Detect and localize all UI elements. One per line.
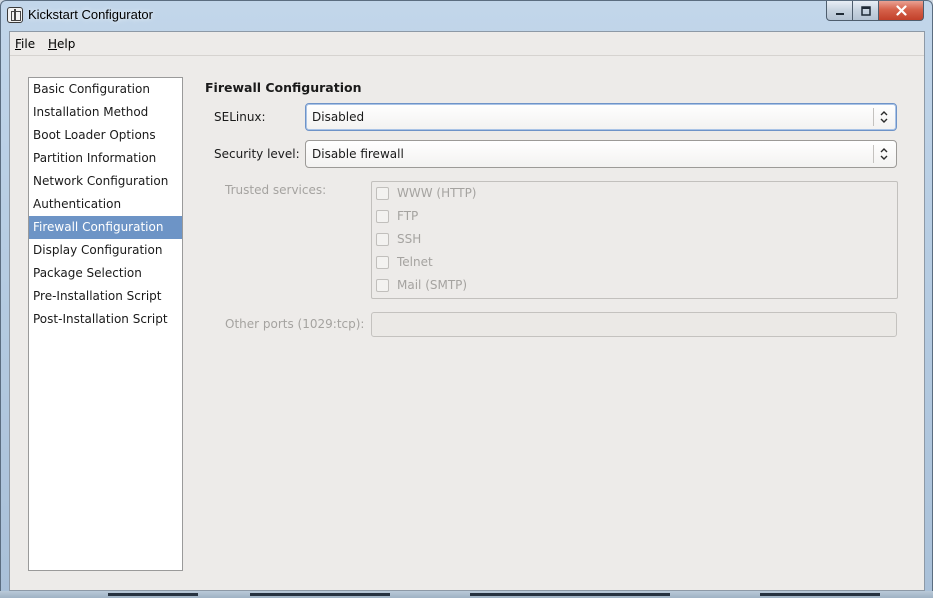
menu-file[interactable]: File	[15, 37, 35, 51]
service-ssh[interactable]: SSH	[376, 229, 576, 249]
page-title: Firewall Configuration	[205, 80, 362, 95]
taskbar-edge-mark	[760, 593, 880, 596]
checkbox-www-http[interactable]	[376, 187, 389, 200]
section-list: Basic Configuration Installation Method …	[28, 77, 183, 571]
sidebar-item-firewall-configuration[interactable]: Firewall Configuration	[29, 216, 182, 239]
menu-file-label: ile	[21, 37, 36, 51]
security-level-dropdown[interactable]: Disable firewall	[305, 140, 897, 168]
checkbox-ftp[interactable]	[376, 210, 389, 223]
window-title: Kickstart Configurator	[28, 7, 153, 22]
menu-bar: File Help	[10, 32, 924, 56]
checkbox-ssh[interactable]	[376, 233, 389, 246]
service-label-ssh: SSH	[397, 232, 422, 246]
sidebar-item-boot-loader-options[interactable]: Boot Loader Options	[29, 124, 182, 147]
selinux-label: SELinux:	[214, 110, 266, 124]
service-label-ftp: FTP	[397, 209, 419, 223]
service-www-http[interactable]: WWW (HTTP)	[376, 183, 576, 203]
service-ftp[interactable]: FTP	[376, 206, 576, 226]
client-area: File Help Basic Configuration Installati…	[9, 31, 925, 591]
minimize-button[interactable]	[826, 1, 853, 21]
other-ports-input[interactable]	[371, 312, 897, 337]
trusted-services-label: Trusted services:	[225, 183, 327, 197]
app-icon	[7, 7, 23, 23]
taskbar-edge	[0, 591, 933, 598]
trusted-services-box: WWW (HTTP) FTP SSH Telnet Mail (SMTP)	[371, 181, 898, 299]
sidebar-item-authentication[interactable]: Authentication	[29, 193, 182, 216]
taskbar-edge-mark	[108, 593, 198, 596]
menu-help-mnemonic: H	[48, 37, 58, 51]
service-mail-smtp[interactable]: Mail (SMTP)	[376, 275, 576, 295]
maximize-button[interactable]	[853, 1, 879, 21]
selinux-dropdown[interactable]: Disabled	[305, 103, 897, 131]
taskbar-edge-mark	[250, 593, 390, 596]
checkbox-telnet[interactable]	[376, 256, 389, 269]
updown-arrows-icon	[878, 141, 890, 167]
service-label-mail-smtp: Mail (SMTP)	[397, 278, 468, 292]
sidebar-item-display-configuration[interactable]: Display Configuration	[29, 239, 182, 262]
selinux-value: Disabled	[312, 110, 365, 124]
security-level-label: Security level:	[214, 147, 300, 161]
updown-arrows-icon	[878, 104, 890, 130]
taskbar-edge-mark	[470, 593, 670, 596]
sidebar-item-partition-information[interactable]: Partition Information	[29, 147, 182, 170]
service-label-telnet: Telnet	[397, 255, 433, 269]
maximize-icon	[860, 5, 871, 16]
checkbox-mail-smtp[interactable]	[376, 279, 389, 292]
dropdown-separator	[873, 108, 874, 126]
sidebar-item-installation-method[interactable]: Installation Method	[29, 101, 182, 124]
close-icon	[895, 5, 907, 16]
sidebar-item-package-selection[interactable]: Package Selection	[29, 262, 182, 285]
sidebar-item-network-configuration[interactable]: Network Configuration	[29, 170, 182, 193]
sidebar-item-pre-installation-script[interactable]: Pre-Installation Script	[29, 285, 182, 308]
other-ports-label: Other ports (1029:tcp):	[225, 317, 365, 331]
menu-help[interactable]: Help	[48, 37, 75, 51]
service-label-www-http: WWW (HTTP)	[397, 186, 477, 200]
close-button[interactable]	[879, 1, 924, 21]
sidebar-item-basic-configuration[interactable]: Basic Configuration	[29, 78, 182, 101]
title-bar[interactable]: Kickstart Configurator	[1, 1, 932, 29]
sidebar-item-post-installation-script[interactable]: Post-Installation Script	[29, 308, 182, 331]
window-frame: Kickstart Configurator File Help Basic C…	[0, 0, 933, 598]
minimize-icon	[835, 12, 844, 15]
window-controls	[826, 1, 924, 21]
menu-help-label: elp	[57, 37, 76, 51]
service-telnet[interactable]: Telnet	[376, 252, 576, 272]
security-level-value: Disable firewall	[312, 147, 404, 161]
dropdown-separator	[873, 145, 874, 163]
